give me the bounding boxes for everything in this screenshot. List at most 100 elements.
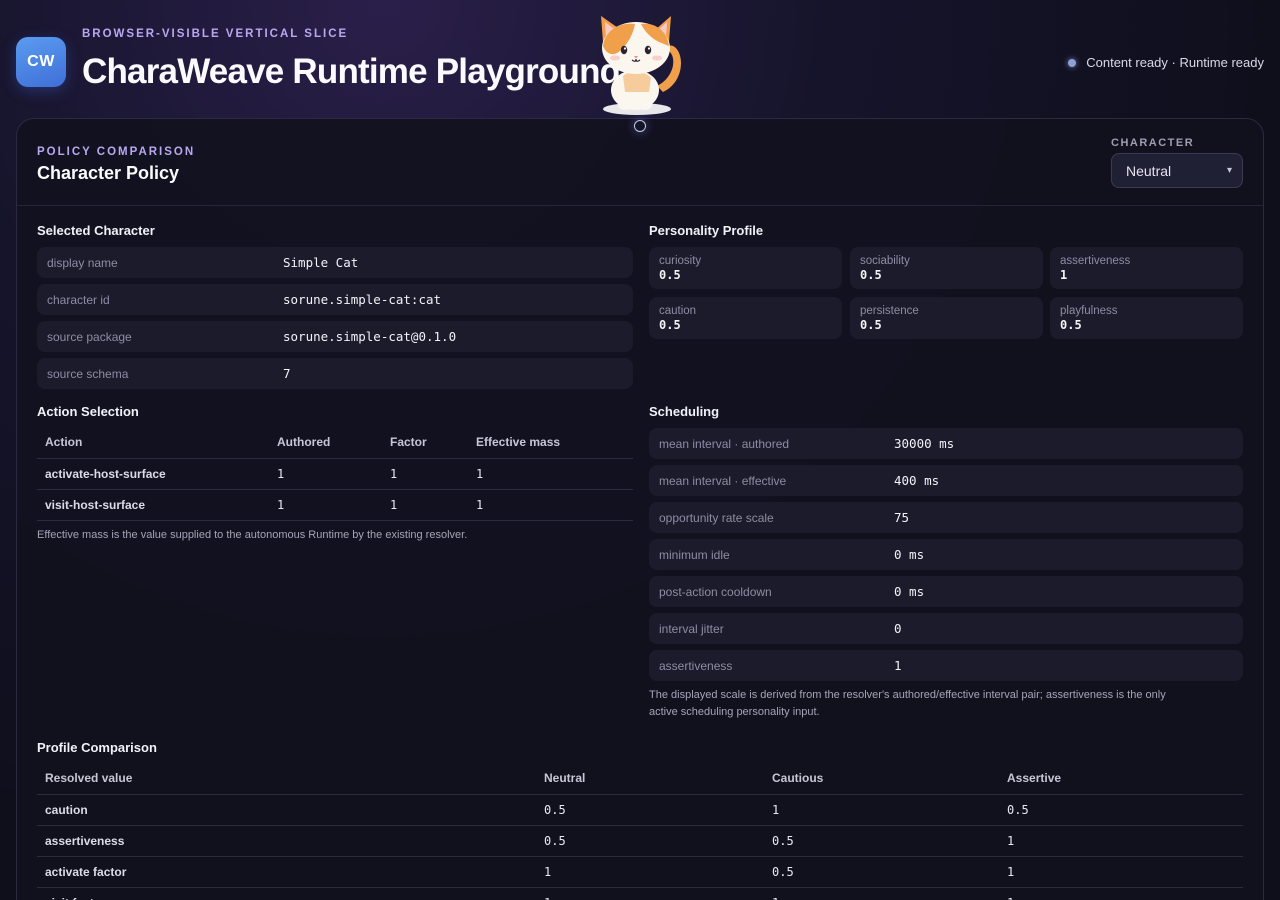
profile-comparison-table: Resolved value Neutral Cautious Assertiv… — [37, 763, 1243, 900]
table-cell: 1 — [468, 458, 633, 490]
resolved-value-name: assertiveness — [37, 825, 536, 857]
trait-name: sociability — [860, 255, 910, 267]
status-dot-icon — [1068, 58, 1077, 67]
table-row: activate factor 1 0.5 1 — [37, 856, 1243, 888]
panel-eyebrow: POLICY COMPARISON — [37, 146, 196, 158]
kv-key: mean interval · effective — [659, 473, 787, 488]
header-eyebrow: BROWSER-VISIBLE VERTICAL SLICE — [82, 28, 349, 40]
cat-mascot-icon[interactable] — [593, 12, 688, 120]
trait-value: 0.5 — [1060, 318, 1082, 332]
kv-key: assertiveness — [659, 658, 733, 673]
resolved-value-name: visit factor — [37, 887, 536, 900]
column-header: Action — [37, 427, 269, 459]
chevron-down-icon: ▾ — [1226, 165, 1232, 176]
kv-key: source package — [47, 329, 132, 344]
character-select-label: CHARACTER — [1111, 137, 1195, 149]
character-select[interactable]: Neutral ▾ — [1111, 153, 1243, 188]
action-name: activate-host-surface — [37, 458, 269, 490]
trait-name: playfulness — [1060, 305, 1118, 317]
trait-card: caution 0.5 — [649, 297, 842, 339]
table-row: assertiveness 0.5 0.5 1 — [37, 825, 1243, 857]
table-cell: 1 — [999, 856, 1243, 888]
app-header: CW BROWSER-VISIBLE VERTICAL SLICE CharaW… — [0, 0, 1280, 132]
table-cell: 0.5 — [764, 856, 999, 888]
trait-value: 1 — [1060, 268, 1068, 282]
kv-value: 7 — [283, 366, 291, 381]
table-cell: 1 — [382, 458, 468, 490]
table-cell: 0.5 — [764, 825, 999, 857]
table-cell: 0.5 — [536, 794, 764, 826]
action-selection-title: Action Selection — [37, 404, 139, 419]
table-cell: 0.5 — [999, 794, 1243, 826]
column-header: Cautious — [764, 763, 999, 795]
kv-value: 0 — [894, 621, 902, 636]
personality-profile-title: Personality Profile — [649, 223, 764, 238]
table-header-row: Action Authored Factor Effective mass — [37, 427, 633, 459]
kv-value: 75 — [894, 510, 910, 525]
trait-card: persistence 0.5 — [850, 297, 1043, 339]
trait-value: 0.5 — [659, 318, 681, 332]
kv-key: source schema — [47, 366, 129, 381]
scheduling-note: The displayed scale is derived from the … — [649, 687, 1249, 721]
kv-key: minimum idle — [659, 547, 730, 562]
trait-card: playfulness 0.5 — [1050, 297, 1243, 339]
ring-handle-icon[interactable] — [634, 120, 646, 132]
action-name: visit-host-surface — [37, 489, 269, 521]
column-header: Factor — [382, 427, 468, 459]
panel-title: Character Policy — [37, 163, 180, 183]
kv-value: 0 ms — [894, 584, 925, 599]
table-cell: 1 — [269, 458, 382, 490]
column-header: Assertive — [999, 763, 1243, 795]
column-header: Resolved value — [37, 763, 536, 795]
table-cell: 1 — [536, 856, 764, 888]
kv-row-assertiveness: assertiveness 1 — [649, 650, 1243, 681]
kv-row-opportunity-rate-scale: opportunity rate scale 75 — [649, 502, 1243, 533]
table-cell: 1 — [764, 887, 999, 900]
kv-key: display name — [47, 255, 118, 270]
kv-value: sorune.simple-cat:cat — [283, 292, 442, 307]
trait-name: assertiveness — [1060, 255, 1131, 267]
table-row: activate-host-surface 1 1 1 — [37, 458, 633, 490]
panel-header: POLICY COMPARISON Character Policy CHARA… — [17, 119, 1263, 206]
kv-row-interval-jitter: interval jitter 0 — [649, 613, 1243, 644]
kv-key: mean interval · authored — [659, 436, 790, 451]
trait-name: caution — [659, 305, 697, 317]
table-cell: 1 — [269, 489, 382, 521]
kv-row-minimum-idle: minimum idle 0 ms — [649, 539, 1243, 570]
action-selection-note: Effective mass is the value supplied to … — [37, 529, 468, 541]
table-cell: 1 — [999, 887, 1243, 900]
kv-key: character id — [47, 292, 110, 307]
column-header: Neutral — [536, 763, 764, 795]
table-cell: 1 — [999, 825, 1243, 857]
table-cell: 0.5 — [536, 825, 764, 857]
kv-row-character-id: character id sorune.simple-cat:cat — [37, 284, 633, 315]
kv-row-mean-interval-authored: mean interval · authored 30000 ms — [649, 428, 1243, 459]
kv-value: 1 — [894, 658, 902, 673]
kv-key: opportunity rate scale — [659, 510, 774, 525]
trait-card: curiosity 0.5 — [649, 247, 842, 289]
app-title: CharaWeave Runtime Playground — [82, 52, 621, 91]
table-cell: 1 — [382, 489, 468, 521]
trait-value: 0.5 — [860, 318, 882, 332]
status-text: Content ready · Runtime ready — [1086, 55, 1264, 70]
kv-key: post-action cooldown — [659, 584, 772, 599]
scheduling-title: Scheduling — [649, 404, 720, 419]
scheduling-note-line: The displayed scale is derived from the … — [649, 689, 1166, 701]
kv-row-source-schema: source schema 7 — [37, 358, 633, 389]
trait-name: persistence — [860, 305, 919, 317]
resolved-value-name: activate factor — [37, 856, 536, 888]
trait-card: sociability 0.5 — [850, 247, 1043, 289]
table-row: caution 0.5 1 0.5 — [37, 794, 1243, 826]
runtime-status: Content ready · Runtime ready — [1068, 55, 1264, 70]
trait-value: 0.5 — [860, 268, 882, 282]
table-row: visit factor 1 1 1 — [37, 887, 1243, 900]
kv-value: 30000 ms — [894, 436, 955, 451]
trait-name: curiosity — [659, 255, 702, 267]
kv-value: Simple Cat — [283, 255, 359, 270]
table-header-row: Resolved value Neutral Cautious Assertiv… — [37, 763, 1243, 795]
profile-comparison-title: Profile Comparison — [37, 740, 157, 755]
table-cell: 1 — [468, 489, 633, 521]
kv-row-source-package: source package sorune.simple-cat@0.1.0 — [37, 321, 633, 352]
trait-card: assertiveness 1 — [1050, 247, 1243, 289]
resolved-value-name: caution — [37, 794, 536, 826]
